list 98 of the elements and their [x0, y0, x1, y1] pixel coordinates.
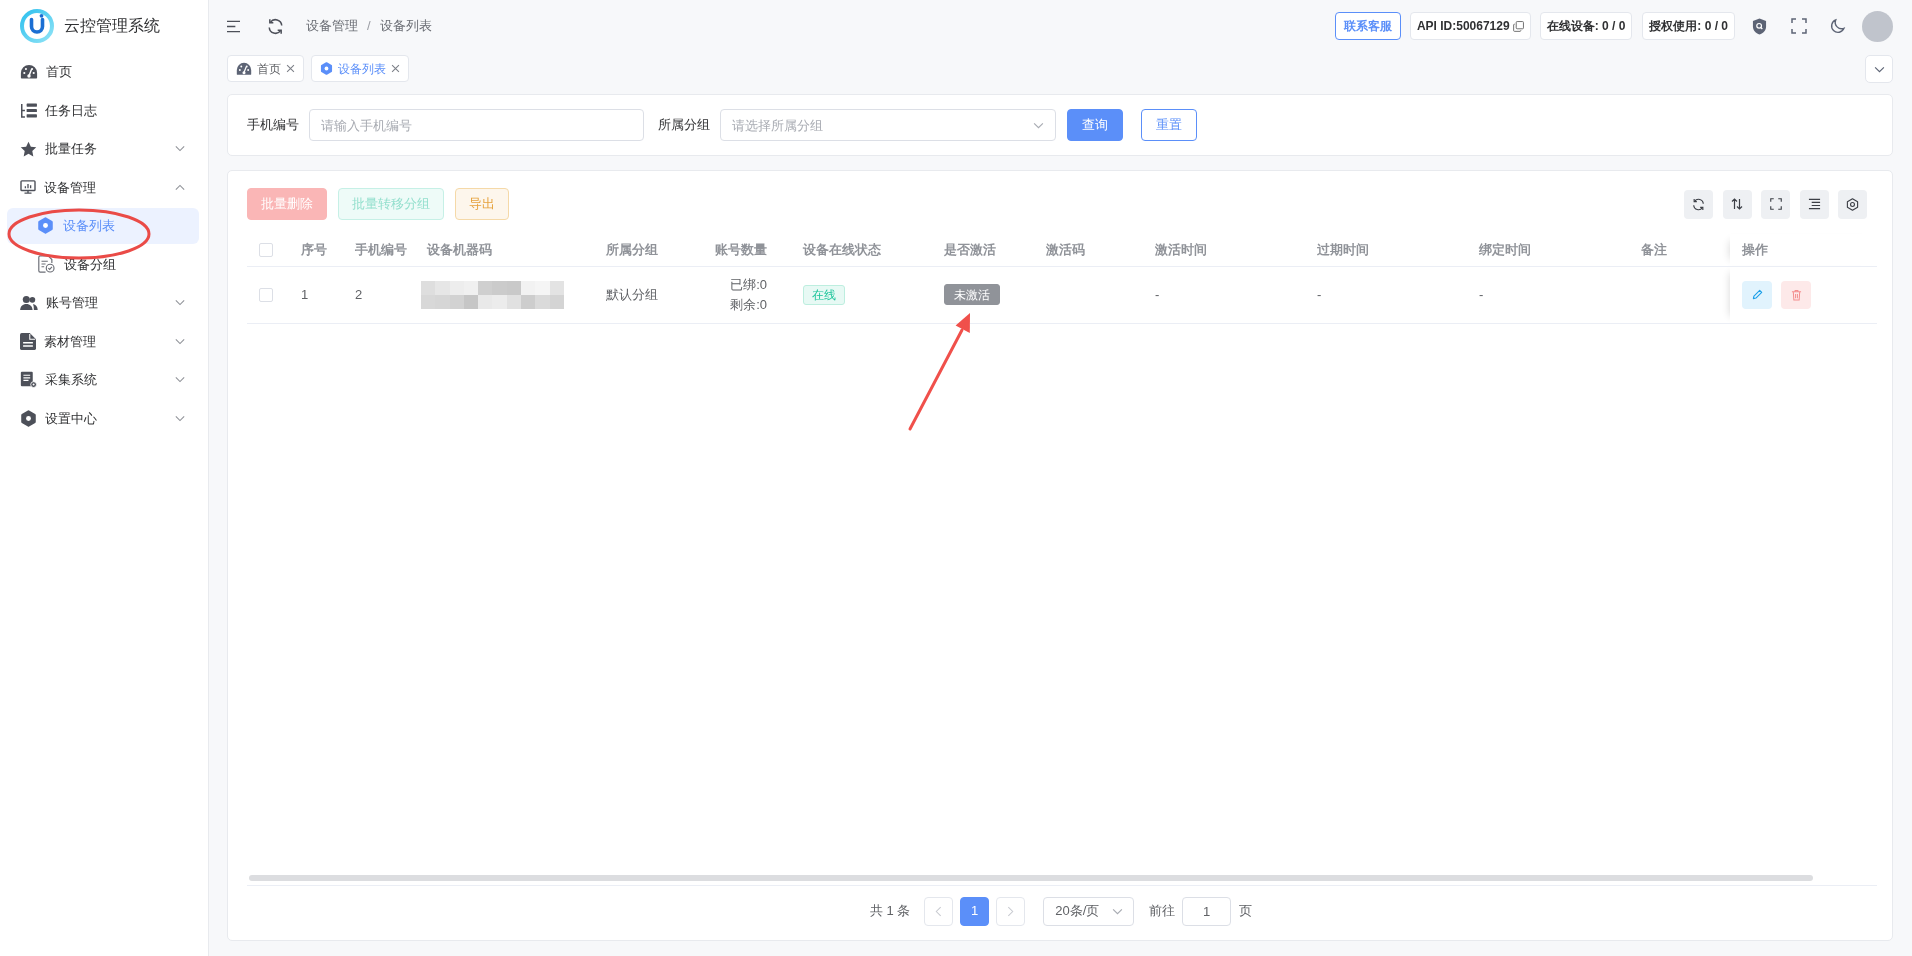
info-text: 授权使用: 0 / 0 — [1649, 18, 1728, 35]
column-header: 账号数量 — [691, 234, 791, 266]
column-header: 设备在线状态 — [791, 234, 932, 266]
star-icon — [20, 140, 37, 157]
chevron-right-icon — [1007, 905, 1015, 917]
sort-button[interactable] — [1722, 189, 1752, 219]
gear-icon — [20, 409, 37, 427]
refresh-button[interactable] — [1684, 189, 1713, 219]
gear-icon — [320, 62, 333, 75]
monitor-icon — [20, 180, 36, 195]
select-field[interactable]: 请选择所属分组 — [720, 109, 1056, 141]
sidebar-item[interactable]: 设置中心 — [7, 400, 199, 436]
logo-icon — [20, 8, 54, 43]
info-text: API ID:50067129 — [1416, 18, 1510, 35]
column-header: 序号 — [289, 234, 343, 266]
sidebar-item[interactable]: 账号管理 — [7, 285, 199, 321]
table-cell: 1 — [289, 266, 343, 323]
fullscreen-icon — [1769, 198, 1782, 210]
refresh-icon — [1692, 197, 1705, 211]
table-cell: 2 — [343, 266, 415, 323]
page-tab[interactable]: 首页 — [227, 55, 304, 82]
column-header: 激活码 — [1034, 234, 1143, 266]
sidebar-item[interactable]: 批量任务 — [7, 131, 199, 167]
page-tab[interactable]: 设备列表 — [311, 55, 409, 82]
search-button[interactable]: 查询 — [1067, 109, 1123, 141]
document-icon — [20, 332, 36, 350]
sort-icon — [1731, 198, 1743, 210]
shield-icon[interactable] — [1752, 17, 1767, 35]
sidebar-subitem[interactable]: 设备分组 — [7, 246, 199, 282]
column-header: 过期时间 — [1305, 234, 1467, 266]
speedometer-icon — [20, 64, 38, 80]
select-all-checkbox[interactable] — [259, 242, 273, 257]
row-checkbox[interactable] — [259, 287, 273, 302]
chevron-down-icon — [1873, 65, 1885, 73]
sidebar-item[interactable]: 任务日志 — [7, 92, 199, 128]
column-header: 手机编号 — [343, 234, 415, 266]
sidebar-item[interactable]: 采集系统 — [7, 362, 199, 398]
goto-suffix: 页 — [1239, 902, 1253, 921]
column-header: 是否激活 — [932, 234, 1034, 266]
breadcrumb-link[interactable]: 设备列表 — [379, 16, 432, 36]
text-input-field[interactable]: 请输入手机编号 — [309, 109, 644, 141]
goto-label: 前往 — [1149, 902, 1176, 921]
page-number-input[interactable]: 1 — [1182, 896, 1232, 926]
pagination-total: 共 1 条 — [869, 902, 911, 921]
refresh-icon[interactable] — [267, 17, 284, 35]
column-header: 所属分组 — [594, 234, 691, 266]
tree-list-icon — [20, 102, 37, 118]
account-count: 已绑:0 — [729, 275, 767, 294]
close-icon[interactable] — [286, 64, 295, 73]
status-tag: 在线 — [803, 284, 845, 305]
document-gear-icon — [20, 371, 37, 389]
horizontal-scrollbar[interactable] — [249, 875, 1813, 881]
breadcrumb-separator: / — [367, 17, 371, 36]
contact-button[interactable]: 联系客服 — [1334, 12, 1401, 40]
column-header: 设备机器码 — [415, 234, 594, 266]
gear-icon — [37, 217, 54, 235]
page-size-select[interactable]: 20条/页 — [1043, 896, 1135, 926]
sidebar-item[interactable]: 素材管理 — [7, 323, 199, 359]
settings-button[interactable] — [1838, 189, 1867, 219]
document-check-icon — [37, 255, 55, 274]
copy-icon[interactable] — [1512, 20, 1524, 32]
fullscreen-button[interactable] — [1761, 189, 1790, 219]
settings-icon — [1846, 197, 1859, 211]
activation-tag: 未激活 — [944, 284, 1000, 305]
column-header: 操作 — [1730, 234, 1877, 266]
edit-button[interactable] — [1742, 280, 1772, 309]
close-icon[interactable] — [391, 64, 400, 73]
menu-icon[interactable] — [226, 19, 241, 33]
page-button[interactable]: 1 — [960, 896, 990, 926]
moon-icon[interactable] — [1830, 18, 1846, 34]
fullscreen-icon[interactable] — [1791, 18, 1807, 34]
trash-icon — [1790, 288, 1802, 301]
account-count: 剩余:0 — [729, 295, 767, 314]
field-label: 手机编号 — [247, 116, 299, 135]
table-cell: - — [1305, 266, 1467, 323]
sidebar-item[interactable]: 首页 — [7, 54, 199, 90]
app-title: 云控管理系统 — [64, 15, 160, 36]
columns-button[interactable] — [1799, 189, 1829, 219]
table-cell: 默认分组 — [594, 266, 691, 323]
breadcrumb-link[interactable]: 设备管理 — [306, 16, 358, 36]
pencil-icon — [1751, 289, 1763, 300]
chevron-left-icon — [935, 905, 943, 917]
sidebar-item[interactable]: 设备管理 — [7, 169, 199, 205]
column-list-icon — [1807, 198, 1821, 210]
delete-button[interactable] — [1781, 280, 1811, 309]
chevron-down-icon — [1033, 121, 1044, 129]
table-cell: - — [1143, 266, 1305, 323]
tabs-menu-button[interactable] — [1865, 55, 1893, 83]
column-header: 激活时间 — [1143, 234, 1305, 266]
chevron-down-icon — [1112, 907, 1124, 915]
speedometer-icon — [236, 61, 252, 76]
users-icon — [20, 294, 38, 311]
table-cell: - — [1467, 266, 1629, 323]
column-header: 绑定时间 — [1467, 234, 1629, 266]
reset-button[interactable]: 重置 — [1141, 109, 1197, 141]
info-text: 在线设备: 0 / 0 — [1546, 18, 1626, 35]
column-header: 备注 — [1629, 234, 1730, 266]
field-label: 所属分组 — [658, 116, 710, 135]
